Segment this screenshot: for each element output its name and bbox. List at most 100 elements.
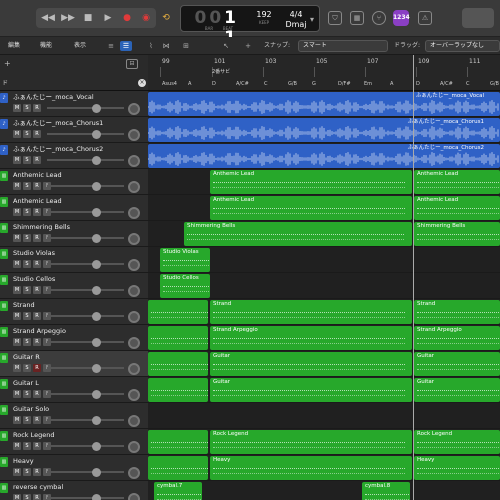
track-name[interactable]: Guitar R: [13, 353, 128, 362]
chord-label[interactable]: A: [188, 81, 191, 87]
volume-slider-knob[interactable]: [92, 130, 101, 139]
grid-view-icon[interactable]: ☰: [120, 41, 132, 51]
record-enable-button[interactable]: R: [33, 390, 41, 398]
ruler-bar-number[interactable]: 99: [162, 58, 170, 65]
record-enable-button[interactable]: R: [33, 442, 41, 450]
solo-button[interactable]: S: [23, 260, 31, 268]
track-lane[interactable]: [148, 403, 500, 429]
record-enable-button[interactable]: R: [33, 494, 41, 500]
track-lane[interactable]: Strand Strand: [148, 299, 500, 325]
forward-button[interactable]: ▶▶: [60, 11, 76, 25]
cycle-button[interactable]: ⟲: [158, 11, 174, 25]
chord-label[interactable]: D: [416, 81, 420, 87]
mute-button[interactable]: M: [13, 494, 21, 500]
snap-select[interactable]: スマート: [298, 40, 388, 52]
track-lane[interactable]: Guitar Guitar: [148, 377, 500, 403]
track-name[interactable]: reverse cymbal: [13, 483, 128, 492]
drag-select[interactable]: オーバーラップなし: [425, 40, 500, 52]
audio-region[interactable]: ふぁんたじー_moca_Vocal: [148, 92, 500, 116]
track-name[interactable]: Studio Cellos: [13, 275, 128, 284]
track-header[interactable]: ♪ ふぁんたじー_moca_Chorus2 M S R: [0, 143, 148, 169]
midi-region[interactable]: Heavy: [414, 456, 500, 480]
pan-knob[interactable]: [128, 493, 140, 500]
solo-button[interactable]: S: [23, 208, 31, 216]
track-header[interactable]: ▥ Strand M S R I: [0, 299, 148, 325]
capture-record-button[interactable]: ◉: [138, 11, 154, 25]
chord-label[interactable]: A/C#: [236, 81, 249, 87]
mute-button[interactable]: M: [13, 416, 21, 424]
midi-region[interactable]: Rock Legend: [210, 430, 412, 454]
pan-knob[interactable]: [128, 181, 140, 193]
pan-knob[interactable]: [128, 259, 140, 271]
track-name[interactable]: Guitar Solo: [13, 405, 128, 414]
record-enable-button[interactable]: R: [33, 416, 41, 424]
track-name[interactable]: ふぁんたじー_moca_Vocal: [13, 93, 128, 102]
volume-slider[interactable]: [47, 419, 124, 421]
track-header[interactable]: ▥ Heavy M S R I: [0, 455, 148, 481]
midi-region[interactable]: cymbal.7: [154, 482, 202, 500]
volume-slider-knob[interactable]: [92, 390, 101, 399]
track-name[interactable]: Guitar L: [13, 379, 128, 388]
track-header[interactable]: ♪ ふぁんたじー_moca_Chorus1 M S R: [0, 117, 148, 143]
track-header[interactable]: ▥ Anthemic Lead M S R I: [0, 195, 148, 221]
volume-slider-knob[interactable]: [92, 208, 101, 217]
track-lane[interactable]: ふぁんたじー_moca_Vocal: [148, 91, 500, 117]
pan-knob[interactable]: [128, 129, 140, 141]
pan-knob[interactable]: [128, 415, 140, 427]
record-enable-button[interactable]: R: [33, 208, 41, 216]
track-header[interactable]: ▥ Studio Violas M S R I: [0, 247, 148, 273]
solo-button[interactable]: S: [23, 494, 31, 500]
volume-slider[interactable]: [47, 289, 124, 291]
volume-slider[interactable]: [47, 159, 124, 161]
record-enable-button[interactable]: R: [33, 234, 41, 242]
midi-region[interactable]: Anthemic Lead: [414, 170, 500, 194]
list-view-icon[interactable]: ≡: [105, 41, 117, 51]
volume-slider[interactable]: [47, 445, 124, 447]
record-enable-button[interactable]: R: [33, 156, 41, 164]
pan-knob[interactable]: [128, 207, 140, 219]
track-header[interactable]: ▥ Strand Arpeggio M S R I: [0, 325, 148, 351]
chord-label[interactable]: Asus4: [162, 81, 177, 87]
volume-slider[interactable]: [47, 315, 124, 317]
midi-region[interactable]: Rock Legend: [414, 430, 500, 454]
mute-button[interactable]: M: [13, 286, 21, 294]
pan-knob[interactable]: [128, 285, 140, 297]
chord-label[interactable]: A/C#: [440, 81, 453, 87]
solo-button[interactable]: S: [23, 286, 31, 294]
pan-knob[interactable]: [128, 311, 140, 323]
pan-knob[interactable]: [128, 441, 140, 453]
lcd-display[interactable]: 001 1 BAR BEAT 192 KEEP 4/4 Dmaj ▾: [180, 5, 320, 48]
volume-slider[interactable]: [47, 263, 124, 265]
track-name[interactable]: ふぁんたじー_moca_Chorus2: [13, 145, 128, 154]
volume-slider[interactable]: [47, 471, 124, 473]
chord-label[interactable]: C: [466, 81, 470, 87]
track-header[interactable]: ▥ Rock Legend M S R I: [0, 429, 148, 455]
midi-region[interactable]: Anthemic Lead: [414, 196, 500, 220]
solo-button[interactable]: S: [23, 416, 31, 424]
mute-button[interactable]: M: [13, 156, 21, 164]
record-enable-button[interactable]: R: [33, 104, 41, 112]
solo-button[interactable]: S: [23, 156, 31, 164]
solo-button[interactable]: S: [23, 390, 31, 398]
midi-region[interactable]: Guitar: [210, 352, 412, 376]
list-editor-icon[interactable]: ⛉: [328, 11, 342, 25]
volume-slider-knob[interactable]: [92, 416, 101, 425]
volume-slider-knob[interactable]: [92, 442, 101, 451]
pan-knob[interactable]: [128, 103, 140, 115]
marker-label[interactable]: 2番サビ: [212, 68, 230, 75]
chord-label[interactable]: G/B: [288, 81, 297, 87]
volume-slider[interactable]: [47, 107, 124, 109]
track-lane[interactable]: Rock Legend Rock Legend: [148, 429, 500, 455]
mute-button[interactable]: M: [13, 364, 21, 372]
global-tracks-icon[interactable]: ⊟: [126, 59, 138, 69]
menu-view[interactable]: 表示: [74, 40, 86, 52]
close-icon[interactable]: ×: [138, 79, 146, 87]
playhead[interactable]: [413, 55, 414, 500]
track-lane[interactable]: cymbal.7 cymbal.8: [148, 481, 500, 500]
volume-slider-knob[interactable]: [92, 182, 101, 191]
volume-slider-knob[interactable]: [92, 286, 101, 295]
pan-knob[interactable]: [128, 389, 140, 401]
mute-button[interactable]: M: [13, 312, 21, 320]
midi-region[interactable]: Shimmering Bells: [184, 222, 412, 246]
record-enable-button[interactable]: R: [33, 260, 41, 268]
